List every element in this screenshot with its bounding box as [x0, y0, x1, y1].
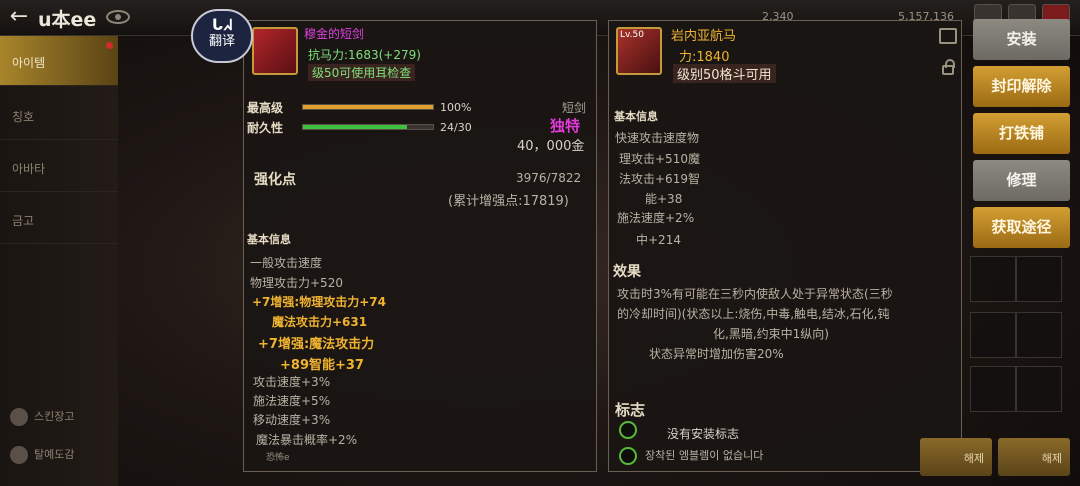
max-level-fill [303, 105, 433, 109]
reinforce-label: 强化点 [254, 172, 296, 188]
reinforce-total: (累计增强点:17819) [448, 194, 569, 209]
page-title: u本ee [38, 9, 97, 31]
translate-label: 翻译 [208, 34, 235, 49]
horse-item-icon: Lv.50 [616, 27, 662, 75]
unequip-button[interactable]: 해제 [998, 438, 1070, 476]
stat-line: 移动速度+3% [253, 413, 331, 427]
sidebar-bottom-item[interactable]: 스킨장고 [10, 408, 74, 426]
inventory-slot[interactable] [1016, 312, 1062, 358]
effect-title: 效果 [613, 264, 641, 280]
sidebar-tab-items[interactable]: 아이템 [0, 36, 118, 86]
equip-button[interactable]: 安装 [973, 19, 1070, 60]
emblem-slot-icon [619, 447, 637, 465]
level-requirement: 级别50格斗可用 [673, 64, 776, 83]
eye-icon[interactable] [106, 10, 130, 24]
reinforce-value: 3976/7822 [516, 171, 582, 185]
inventory-slot[interactable] [970, 256, 1016, 302]
translate-button[interactable]: ᒐᖽ 翻译 [191, 9, 253, 63]
durability-label: 耐久性 [247, 121, 284, 135]
stat-line: 理攻击+510魔 [619, 152, 700, 166]
max-level-value: 100% [440, 101, 472, 114]
emblem-empty-text-kr: 장착된 엠블렘이 없습니다 [645, 449, 764, 462]
item-tooltip-compare: Lv.50 岩内亚航马 力:1840 级别50格斗可用 基本信息 快速攻击速度物… [608, 20, 962, 472]
max-level-bar [302, 104, 434, 110]
unseal-button[interactable]: 封印解除 [973, 66, 1070, 107]
inventory-slot[interactable] [1016, 256, 1062, 302]
stat-line-enhanced: +7增强:魔法攻击力 [258, 337, 375, 352]
effect-line: 的冷却时间)(状态以上:烧伤,中毒,触电,结冰,石化,钝 [617, 307, 890, 321]
sidebar: 아이템 칭호 아바타 금고 스킨장고 탈예도감 [0, 36, 118, 486]
stat-line: 魔法暴击概率+2% [256, 433, 358, 447]
sword-item-icon [252, 27, 298, 75]
acquire-source-button[interactable]: 获取途径 [973, 207, 1070, 248]
item-stat-line: 力:1840 [679, 50, 730, 65]
item-stat-line: 抗马力:1683(+279) [308, 48, 421, 62]
stat-line-enhanced: +89智能+37 [280, 358, 364, 373]
sidebar-tab-avatar[interactable]: 아바타 [0, 142, 118, 192]
level-requirement: 级50可使用耳检查 [308, 64, 416, 81]
stat-line-enhanced: 魔法攻击力+631 [272, 315, 368, 329]
level-badge: Lv.50 [620, 30, 644, 40]
lock-icon[interactable] [942, 59, 955, 75]
item-name: 岩内亚航马 [671, 29, 737, 44]
inventory-slot[interactable] [1016, 366, 1062, 412]
stat-line-small: 恐怖e [266, 453, 290, 463]
back-button[interactable]: ← [6, 6, 32, 30]
translate-logo-icon: ᒐᖽ [212, 16, 232, 34]
item-tooltip-equipped: 穆金的短剑 抗马力:1683(+279) 级50可使用耳检查 最高级 100% … [243, 20, 597, 472]
emblem-empty-text: 没有安装标志 [667, 427, 740, 441]
rarity-label: 独特 [550, 117, 581, 135]
effect-line: 攻击时3%有可能在三秒内使敌人处于异常状态(三秒 [617, 287, 893, 301]
stat-line: 施法速度+2% [617, 211, 695, 225]
skin-icon [10, 408, 28, 426]
weapon-type: 短剑 [562, 101, 587, 115]
item-name: 穆金的短剑 [304, 27, 365, 41]
effect-line: 状态异常时增加伤害20% [649, 347, 784, 361]
unequip-button[interactable]: 해제 [920, 438, 992, 476]
stat-line: 法攻击+619智 [619, 172, 700, 186]
durability-fill [303, 125, 407, 129]
stat-line: 中+214 [636, 233, 681, 247]
basic-info-title: 基本信息 [247, 233, 291, 246]
notification-dot [106, 42, 113, 49]
sidebar-tab-vault[interactable]: 금고 [0, 194, 118, 244]
sidebar-tab-titles[interactable]: 칭호 [0, 90, 118, 140]
stat-line: 能+38 [645, 192, 683, 206]
stat-line: 快速攻击速度物 [615, 131, 700, 145]
item-price: 40，000金 [517, 139, 585, 154]
stat-line: 攻击速度+3% [253, 375, 331, 389]
sidebar-bottom-item[interactable]: 탈예도감 [10, 446, 74, 464]
stat-line-enhanced: +7增强:物理攻击力+74 [252, 295, 386, 309]
inventory-slot[interactable] [970, 366, 1016, 412]
stat-line: 一般攻击速度 [250, 256, 323, 270]
codex-icon [10, 446, 28, 464]
max-level-label: 最高级 [247, 101, 284, 115]
share-icon[interactable] [939, 28, 957, 44]
repair-button[interactable]: 修理 [973, 160, 1070, 201]
emblem-slot-icon [619, 421, 637, 439]
emblem-title: 标志 [615, 401, 646, 419]
effect-line: 化,黑暗,约束中1纵向) [713, 327, 829, 341]
inventory-slot[interactable] [970, 312, 1016, 358]
stat-line: 物理攻击力+520 [250, 276, 343, 290]
durability-value: 24/30 [440, 121, 472, 134]
durability-bar [302, 124, 434, 130]
stat-line: 施法速度+5% [253, 394, 331, 408]
blacksmith-button[interactable]: 打铁铺 [973, 113, 1070, 154]
basic-info-title: 基本信息 [614, 110, 658, 123]
